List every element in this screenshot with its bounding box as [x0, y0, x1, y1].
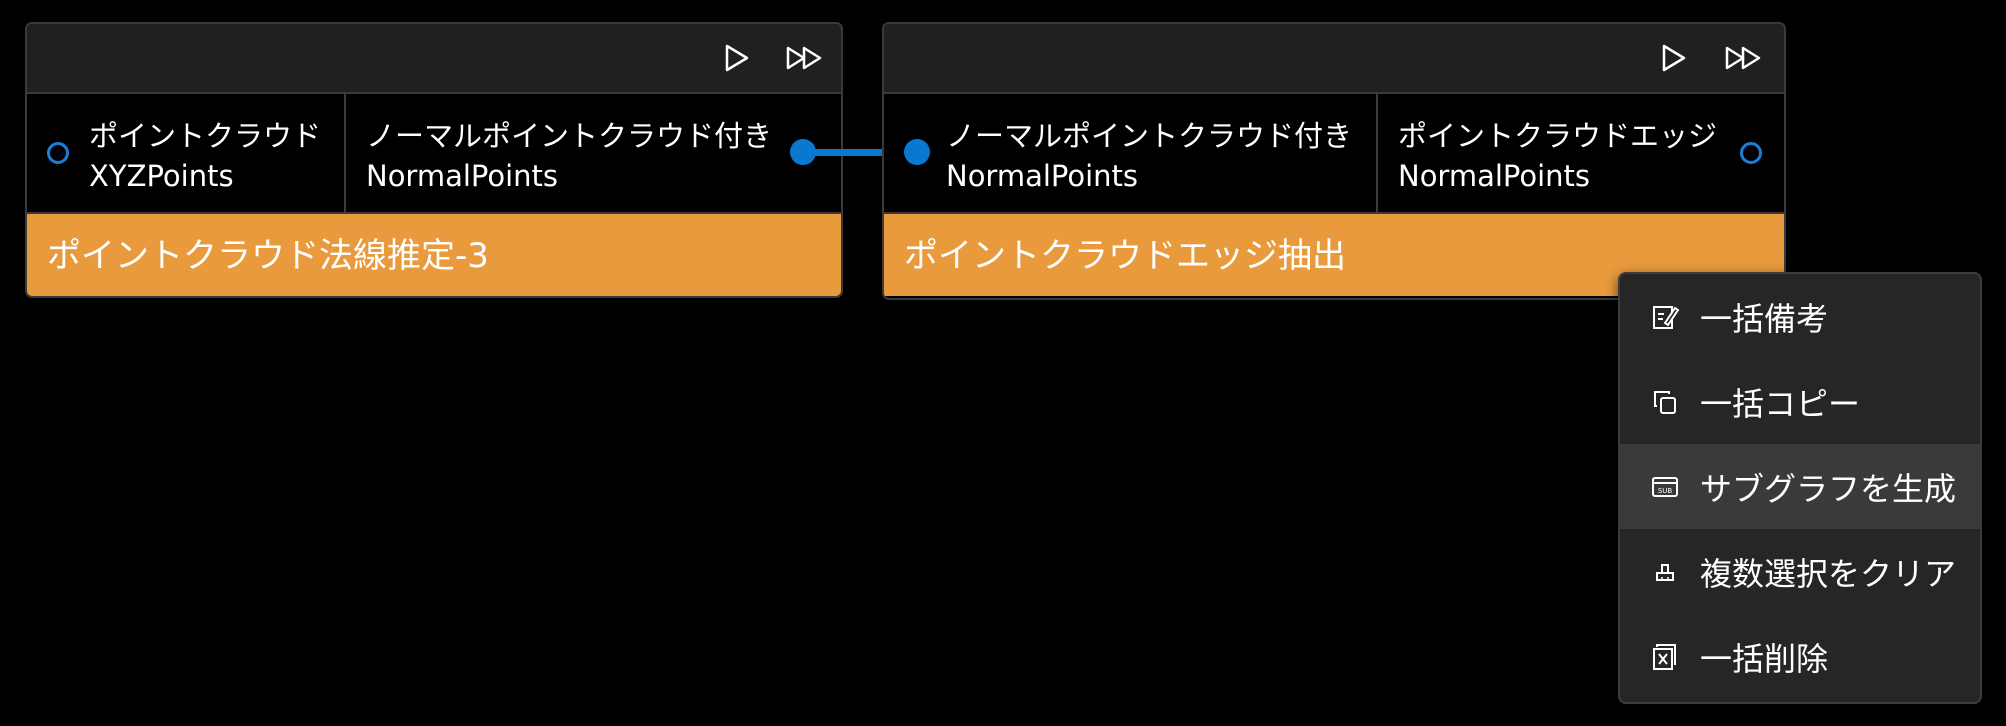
- input-port[interactable]: ノーマルポイントクラウド付き NormalPoints: [884, 94, 1378, 212]
- menu-item-batch-note[interactable]: 一括備考: [1620, 274, 1980, 359]
- input-port[interactable]: ポイントクラウド XYZPoints: [27, 94, 346, 212]
- run-node-button[interactable]: [717, 40, 757, 76]
- svg-text:SUB: SUB: [1658, 487, 1673, 495]
- output-port[interactable]: ノーマルポイントクラウド付き NormalPoints: [346, 94, 841, 212]
- run-node-button[interactable]: [1654, 40, 1694, 76]
- node-title: ポイントクラウドエッジ抽出: [904, 236, 1346, 276]
- fast-forward-icon: [786, 46, 822, 70]
- play-icon: [1662, 44, 1686, 72]
- node-normal-estimation[interactable]: ポイントクラウド XYZPoints ノーマルポイントクラウド付き Normal…: [25, 22, 843, 298]
- output-port[interactable]: ポイントクラウドエッジ NormalPoints: [1378, 94, 1784, 212]
- node-title: ポイントクラウド法線推定-3: [47, 236, 489, 276]
- node-header[interactable]: [27, 24, 841, 94]
- output-port-type: NormalPoints: [366, 159, 559, 193]
- menu-item-label: 一括コピー: [1700, 384, 1861, 423]
- menu-item-label: 複数選択をクリア: [1700, 554, 1957, 593]
- menu-item-create-subgraph[interactable]: SUB サブグラフを生成: [1620, 444, 1980, 529]
- menu-item-label: 一括削除: [1700, 639, 1829, 678]
- menu-item-batch-delete[interactable]: 一括削除: [1620, 614, 1980, 699]
- run-from-node-button[interactable]: [1724, 40, 1764, 76]
- node-ports: ノーマルポイントクラウド付き NormalPoints ポイントクラウドエッジ …: [884, 94, 1784, 214]
- output-port-type: NormalPoints: [1398, 159, 1591, 193]
- output-port-dot[interactable]: [1740, 142, 1762, 164]
- subgraph-icon: SUB: [1650, 472, 1680, 502]
- input-port-dot[interactable]: [904, 139, 930, 165]
- graph-canvas[interactable]: ポイントクラウド XYZPoints ノーマルポイントクラウド付き Normal…: [0, 0, 2006, 726]
- input-port-type: NormalPoints: [946, 159, 1139, 193]
- input-port-dot[interactable]: [47, 142, 69, 164]
- menu-item-label: 一括備考: [1700, 299, 1829, 338]
- node-ports: ポイントクラウド XYZPoints ノーマルポイントクラウド付き Normal…: [27, 94, 841, 214]
- node-footer[interactable]: ポイントクラウド法線推定-3: [27, 214, 841, 296]
- node-header[interactable]: [884, 24, 1784, 94]
- output-port-name: ポイントクラウドエッジ: [1398, 119, 1718, 153]
- note-edit-icon: [1650, 302, 1680, 332]
- eraser-icon: [1650, 557, 1680, 587]
- output-port-name: ノーマルポイントクラウド付き: [366, 119, 773, 153]
- input-port-name: ポイントクラウド: [89, 119, 322, 153]
- delete-icon: [1650, 642, 1680, 672]
- run-from-node-button[interactable]: [785, 40, 825, 76]
- context-menu: 一括備考 一括コピー SUB サブグラフを生成 複数選択をクリア 一括削除: [1618, 272, 1982, 704]
- fast-forward-icon: [1725, 46, 1761, 70]
- node-edge-extraction[interactable]: ノーマルポイントクラウド付き NormalPoints ポイントクラウドエッジ …: [882, 22, 1786, 300]
- copy-icon: [1650, 387, 1680, 417]
- input-port-type: XYZPoints: [89, 159, 234, 193]
- menu-item-label: サブグラフを生成: [1700, 469, 1957, 508]
- play-icon: [725, 44, 749, 72]
- menu-item-batch-copy[interactable]: 一括コピー: [1620, 359, 1980, 444]
- input-port-name: ノーマルポイントクラウド付き: [946, 119, 1353, 153]
- menu-item-clear-selection[interactable]: 複数選択をクリア: [1620, 529, 1980, 614]
